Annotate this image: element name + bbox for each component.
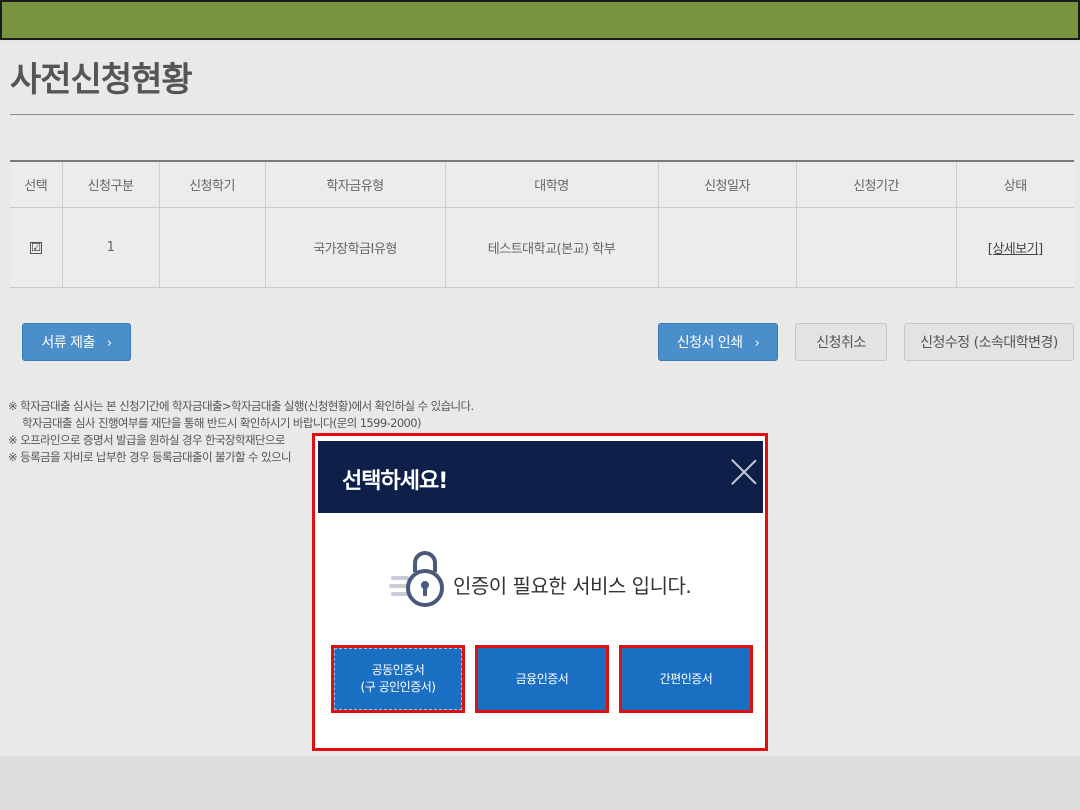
certificate-select-modal: 선택하세요! 인증이 필요한 서비스 입니다. 공동인증서 (구 공인인증서) …	[312, 433, 768, 751]
table-header-row: 선택 신청구분 신청학기 학자금유형 대학명 신청일자 신청기간 상태	[10, 160, 1074, 208]
auth-required-message: 인증이 필요한 서비스 입니다.	[453, 574, 692, 598]
application-status-table: 선택 신청구분 신청학기 학자금유형 대학명 신청일자 신청기간 상태 ☑ 1 …	[10, 160, 1074, 288]
modal-title: 선택하세요!	[342, 469, 448, 494]
column-header-select: 선택	[10, 160, 63, 208]
column-header-loan-type: 학자금유형	[265, 160, 446, 208]
notice-line-1: ※ 학자금대출 심사는 본 신청기간에 학자금대출>학자금대출 실행(신청현황)…	[8, 399, 474, 413]
joint-certificate-sublabel: (구 공인인증서)	[360, 680, 436, 694]
print-application-label: 신청서 인쇄	[676, 335, 743, 351]
column-header-apply-period: 신청기간	[796, 160, 957, 208]
joint-certificate-label: 공동인증서	[371, 663, 425, 677]
chevron-right-icon: ›	[106, 336, 112, 351]
title-divider	[10, 114, 1074, 115]
detail-view-link[interactable]: [상세보기]	[988, 242, 1043, 257]
footer-band	[0, 756, 1080, 810]
submit-documents-button[interactable]: 서류 제출 ›	[22, 323, 131, 361]
apply-period-cell	[796, 207, 957, 288]
select-cell: ☑	[10, 207, 63, 288]
column-header-semester: 신청학기	[159, 160, 266, 208]
status-cell: [상세보기]	[956, 207, 1074, 288]
column-header-university: 대학명	[445, 160, 659, 208]
apply-type-cell: 1	[62, 207, 160, 288]
financial-certificate-button[interactable]: 금융인증서	[475, 645, 609, 713]
submit-documents-label: 서류 제출	[41, 335, 95, 351]
simple-certificate-button[interactable]: 간편인증서	[619, 645, 753, 713]
modal-header: 선택하세요!	[318, 441, 763, 513]
notice-line-2: 학자금대출 심사 진행여부를 재단을 통해 반드시 확인하시기 바랍니다(문의 …	[22, 416, 421, 430]
chevron-right-icon: ›	[754, 336, 760, 351]
page-title: 사전신청현황	[10, 60, 193, 100]
joint-certificate-focus-ring: 공동인증서 (구 공인인증서)	[334, 648, 462, 710]
lock-icon	[389, 551, 444, 607]
top-banner	[0, 0, 1080, 40]
semester-cell	[159, 207, 266, 288]
print-application-button[interactable]: 신청서 인쇄 ›	[658, 323, 778, 361]
apply-date-cell	[658, 207, 797, 288]
university-cell: 테스트대학교(본교) 학부	[445, 207, 659, 288]
table-row: ☑ 1 국가장학금I유형 테스트대학교(본교) 학부 [상세보기]	[10, 207, 1074, 288]
close-icon[interactable]	[730, 457, 758, 487]
modify-application-button[interactable]: 신청수정 (소속대학변경)	[904, 323, 1074, 361]
cancel-application-button[interactable]: 신청취소	[795, 323, 887, 361]
joint-certificate-button[interactable]: 공동인증서 (구 공인인증서)	[331, 645, 465, 713]
loan-type-cell: 국가장학금I유형	[265, 207, 446, 288]
column-header-apply-date: 신청일자	[658, 160, 797, 208]
column-header-status: 상태	[956, 160, 1074, 208]
column-header-apply-type: 신청구분	[62, 160, 160, 208]
row-checkbox[interactable]: ☑	[29, 241, 42, 254]
